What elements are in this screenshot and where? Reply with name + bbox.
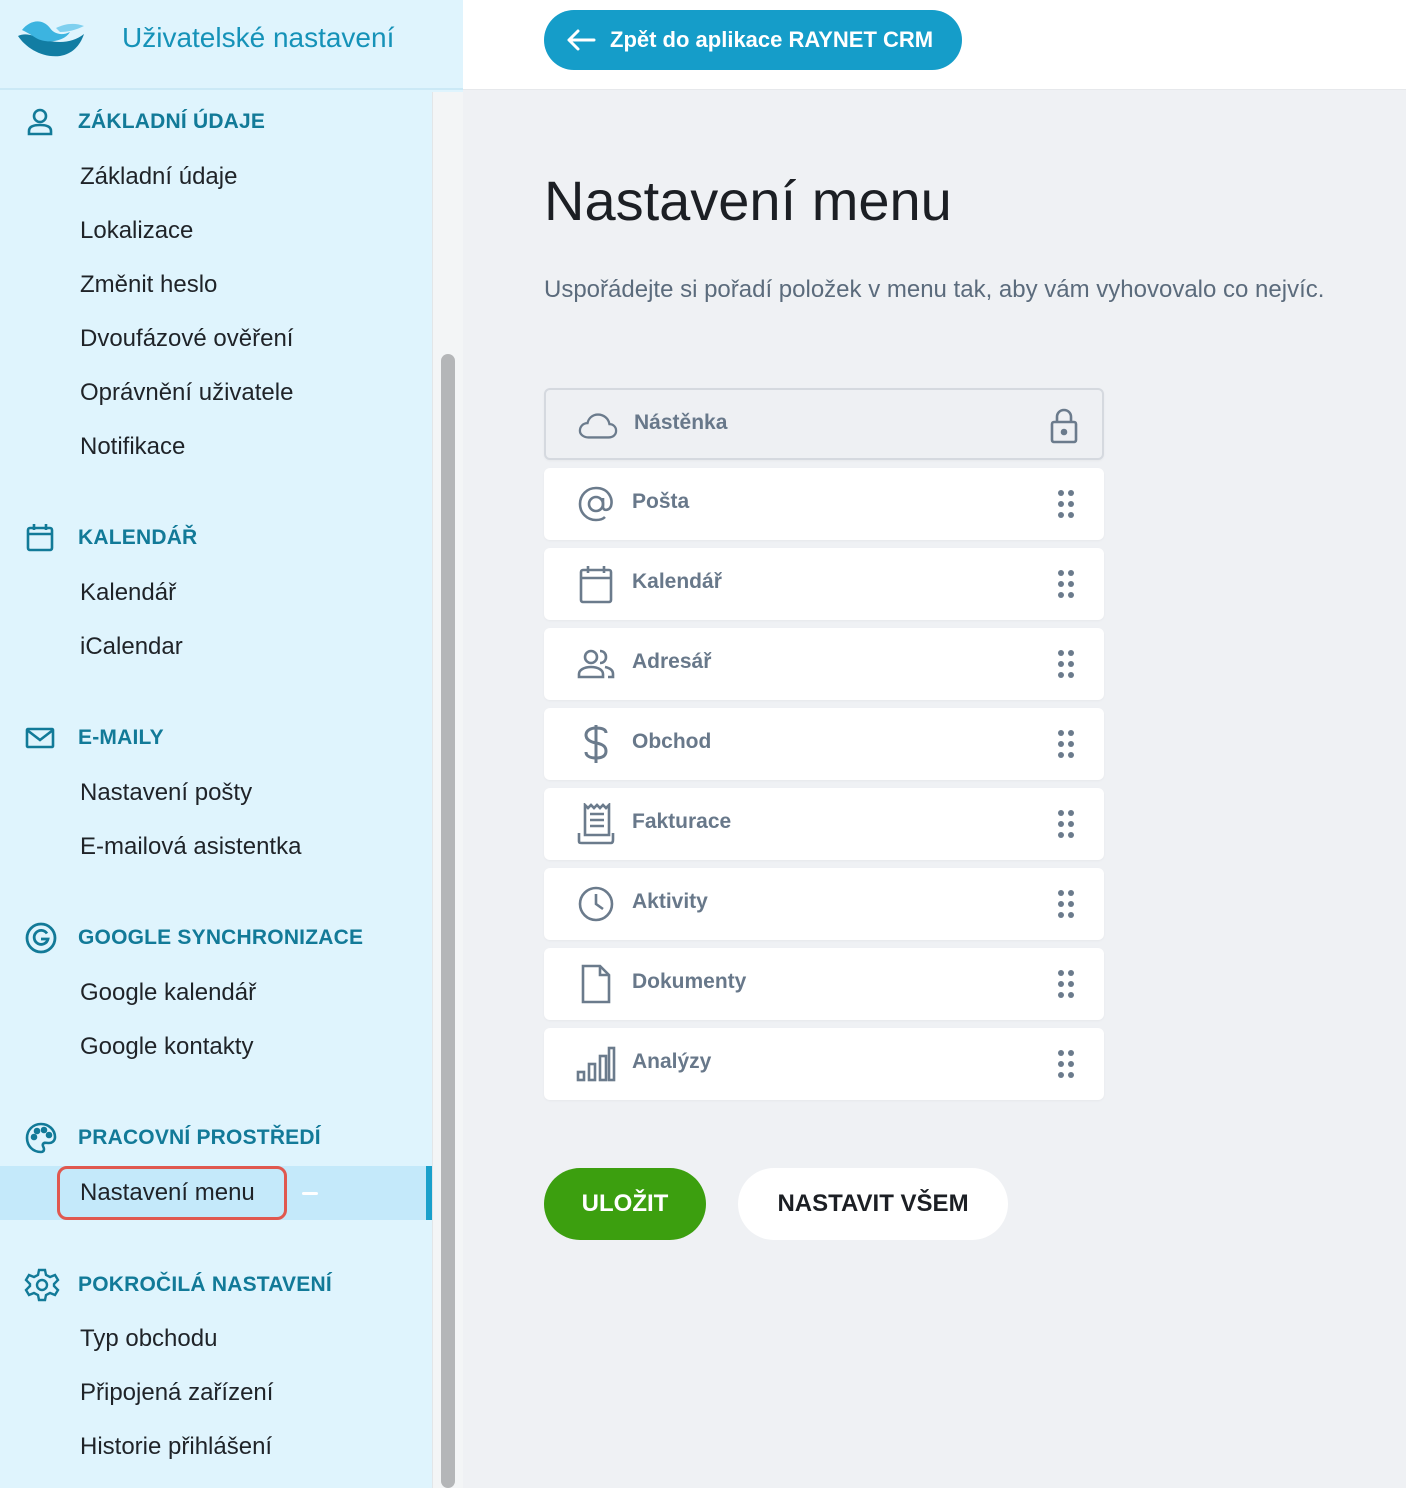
section-google-sync[interactable]: GOOGLE SYNCHRONIZACE	[24, 918, 363, 958]
contacts-icon	[576, 644, 616, 684]
lock-icon	[1046, 408, 1082, 444]
menu-item-label: Fakturace	[632, 810, 732, 833]
dollar-icon	[576, 724, 616, 764]
menu-item-label: Kalendář	[632, 570, 722, 593]
menu-item-dashboard: Nástěnka	[544, 388, 1104, 460]
menu-item-activities[interactable]: Aktivity	[544, 868, 1104, 940]
invoice-icon	[576, 803, 616, 845]
section-title: GOOGLE SYNCHRONIZACE	[78, 926, 364, 949]
highlight-annotation	[57, 1166, 287, 1220]
user-icon	[24, 102, 64, 142]
drag-handle-icon[interactable]	[1048, 726, 1084, 762]
sidebar-item-google-contacts[interactable]: Google kontakty	[80, 1029, 253, 1065]
clock-icon	[576, 884, 616, 924]
menu-item-label: Adresář	[632, 650, 712, 673]
sidebar-item-mail-settings[interactable]: Nastavení pošty	[80, 775, 252, 811]
back-to-app-button[interactable]: Zpět do aplikace RAYNET CRM	[544, 10, 962, 70]
drag-handle-icon[interactable]	[1048, 886, 1084, 922]
mail-icon	[24, 718, 64, 758]
at-icon	[576, 484, 616, 524]
sidebar-item-login-history[interactable]: Historie přihlášení	[80, 1429, 272, 1465]
sidebar-title: Uživatelské nastavení	[122, 22, 395, 53]
section-basic-info[interactable]: ZÁKLADNÍ ÚDAJE	[24, 102, 265, 142]
calendar-icon	[576, 564, 616, 604]
calendar-icon	[24, 518, 64, 558]
menu-item-calendar[interactable]: Kalendář	[544, 548, 1104, 620]
page-title: Nastavení menu	[544, 169, 952, 232]
sidebar-item-deal-type[interactable]: Typ obchodu	[80, 1321, 217, 1357]
menu-item-label: Obchod	[632, 730, 712, 753]
section-workspace[interactable]: PRACOVNÍ PROSTŘEDÍ	[24, 1118, 321, 1158]
sidebar-item-localization[interactable]: Lokalizace	[80, 213, 193, 249]
section-advanced-settings[interactable]: POKROČILÁ NASTAVENÍ	[24, 1265, 332, 1305]
back-button-label: Zpět do aplikace RAYNET CRM	[610, 27, 934, 52]
drag-handle-icon[interactable]	[1048, 1046, 1084, 1082]
menu-item-label: Aktivity	[632, 890, 708, 913]
menu-item-label: Nástěnka	[634, 411, 728, 434]
arrow-left-icon	[567, 29, 596, 51]
section-calendar[interactable]: KALENDÁŘ	[24, 518, 197, 558]
bar-chart-icon	[576, 1044, 616, 1084]
set-for-all-button[interactable]: NASTAVIT VŠEM	[738, 1168, 1008, 1240]
google-icon	[24, 918, 64, 958]
menu-item-deals[interactable]: Obchod	[544, 708, 1104, 780]
drag-handle-icon[interactable]	[1048, 806, 1084, 842]
sidebar-item-basic-info[interactable]: Základní údaje	[80, 159, 237, 195]
sidebar-item-connected-devices[interactable]: Připojená zařízení	[80, 1375, 273, 1411]
drag-handle-icon[interactable]	[1048, 566, 1084, 602]
menu-item-label: Dokumenty	[632, 970, 747, 993]
sidebar-item-notifications[interactable]: Notifikace	[80, 429, 185, 465]
drag-handle-icon[interactable]	[1048, 966, 1084, 1002]
page-description: Uspořádejte si pořadí položek v menu tak…	[544, 276, 1325, 303]
raynet-logo-icon[interactable]	[16, 14, 88, 60]
section-title: E-MAILY	[78, 726, 164, 749]
sidebar-item-permissions[interactable]: Oprávnění uživatele	[80, 375, 293, 411]
cloud-icon	[578, 406, 618, 446]
active-dash-marker	[302, 1192, 318, 1195]
menu-item-contacts[interactable]: Adresář	[544, 628, 1104, 700]
menu-item-analyses[interactable]: Analýzy	[544, 1028, 1104, 1100]
section-title: POKROČILÁ NASTAVENÍ	[78, 1273, 332, 1296]
palette-icon	[24, 1118, 64, 1158]
section-emails[interactable]: E-MAILY	[24, 718, 164, 758]
drag-handle-icon[interactable]	[1048, 646, 1084, 682]
sidebar-item-email-assistant[interactable]: E-mailová asistentka	[80, 829, 301, 865]
sidebar: Uživatelské nastavení ZÁKLADNÍ ÚDAJE Zák…	[0, 0, 463, 1488]
menu-item-invoicing[interactable]: Fakturace	[544, 788, 1104, 860]
sidebar-item-icalendar[interactable]: iCalendar	[80, 629, 183, 665]
sidebar-item-two-factor[interactable]: Dvoufázové ověření	[80, 321, 293, 357]
gear-icon	[24, 1265, 64, 1305]
drag-handle-icon[interactable]	[1048, 486, 1084, 522]
sidebar-scrollbar-thumb[interactable]	[441, 354, 455, 1488]
sidebar-item-calendar[interactable]: Kalendář	[80, 575, 176, 611]
sidebar-item-change-password[interactable]: Změnit heslo	[80, 267, 217, 303]
section-title: ZÁKLADNÍ ÚDAJE	[78, 110, 266, 133]
section-title: PRACOVNÍ PROSTŘEDÍ	[78, 1126, 321, 1149]
sidebar-item-google-calendar[interactable]: Google kalendář	[80, 975, 256, 1011]
menu-item-label: Pošta	[632, 490, 690, 513]
menu-item-documents[interactable]: Dokumenty	[544, 948, 1104, 1020]
section-title: KALENDÁŘ	[78, 526, 198, 549]
save-button[interactable]: ULOŽIT	[544, 1168, 706, 1240]
document-icon	[576, 964, 616, 1004]
menu-item-label: Analýzy	[632, 1050, 712, 1073]
menu-item-mail[interactable]: Pošta	[544, 468, 1104, 540]
